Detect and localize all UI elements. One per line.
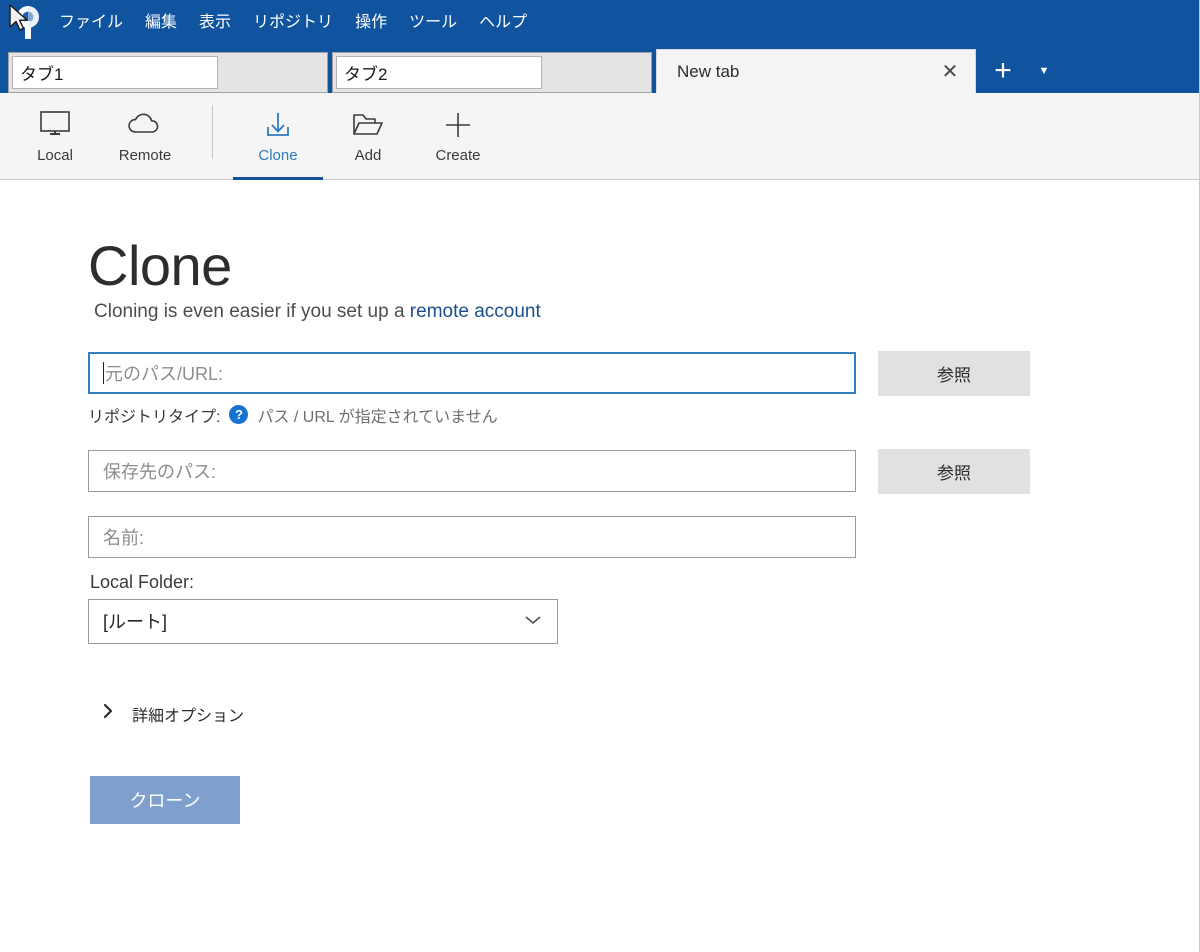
page-subtitle: Cloning is even easier if you set up a r… [94,301,1199,323]
tab-strip-actions: + ▼ [976,49,1060,93]
mouse-cursor-icon [9,4,28,31]
tab-label-1[interactable]: タブ1 [12,56,218,89]
source-path-input[interactable]: 元のパス/URL: [88,352,856,395]
local-folder-select[interactable]: [ルート] [88,598,558,644]
local-folder-value: [ルート] [103,612,168,633]
toolbar-label-clone: Clone [258,147,298,164]
destination-path-row: 保存先のパス: 参照 [88,448,1199,494]
toolbar-button-local[interactable]: Local [10,93,100,179]
plus-icon [443,105,473,145]
close-icon[interactable]: ✕ [937,59,963,85]
advanced-options-toggle[interactable]: 詳細オプション [102,702,332,726]
add-tab-icon[interactable]: + [986,54,1020,88]
toolbar-label-remote: Remote [118,147,172,164]
toolbar-label-create: Create [435,147,481,164]
destination-path-input[interactable]: 保存先のパス: [88,450,856,493]
menu-tools[interactable]: ツール [398,9,468,37]
main-toolbar: Local Remote Clone Add Create [0,93,1199,180]
toolbar-separator [212,105,213,159]
toolbar-button-create[interactable]: Create [413,93,503,179]
remote-account-link[interactable]: remote account [410,301,541,322]
tab-item-2[interactable]: タブ2 [332,52,652,93]
tab-strip: タブ1 タブ2 New tab ✕ + ▼ [0,46,1199,93]
tab-label-new-tab: New tab [677,61,740,81]
download-arrow-icon [262,105,294,145]
menu-help[interactable]: ヘルプ [468,9,538,37]
source-path-row: 元のパス/URL: 参照 [88,350,1199,396]
source-path-placeholder: 元のパス/URL: [105,364,224,385]
repository-type-row: リポジトリタイプ: ? パス / URL が指定されていません [88,403,1199,427]
menu-actions[interactable]: 操作 [344,9,398,37]
title-bar: ファイル 編集 表示 リポジトリ 操作 ツール ヘルプ [0,0,1199,46]
chevron-right-icon [102,703,114,724]
app-logo [0,0,48,46]
tab-label-2[interactable]: タブ2 [336,56,542,89]
open-folder-icon [351,105,385,145]
toolbar-button-clone[interactable]: Clone [233,93,323,180]
toolbar-label-add: Add [354,147,382,164]
advanced-options-label: 詳細オプション [132,707,245,725]
destination-browse-button[interactable]: 参照 [878,448,1030,494]
cloud-icon [126,105,164,145]
source-browse-button[interactable]: 参照 [878,350,1030,396]
tab-item-new-tab[interactable]: New tab ✕ [656,49,976,93]
name-row: 名前: [88,515,1199,558]
help-icon[interactable]: ? [229,405,249,425]
destination-path-placeholder: 保存先のパス: [103,462,217,483]
clone-panel: Clone Cloning is even easier if you set … [0,180,1199,952]
menu-bar: ファイル 編集 表示 リポジトリ 操作 ツール ヘルプ [48,0,538,46]
chevron-down-icon[interactable]: ▼ [1028,54,1060,88]
name-input[interactable]: 名前: [88,515,856,558]
toolbar-button-remote[interactable]: Remote [100,93,190,179]
page-title: Clone [88,234,232,297]
toolbar-button-add[interactable]: Add [323,93,413,179]
repository-type-label: リポジトリタイプ: [88,408,221,426]
local-folder-label: Local Folder: [90,571,195,592]
toolbar-label-local: Local [37,147,73,164]
chevron-down-icon [523,613,543,630]
menu-repository[interactable]: リポジトリ [242,9,344,37]
tab-item-1[interactable]: タブ1 [8,52,328,93]
page-subtitle-text: Cloning is even easier if you set up a [94,300,410,322]
repository-type-value: パス / URL が指定されていません [257,408,498,426]
menu-file[interactable]: ファイル [48,9,134,37]
menu-edit[interactable]: 編集 [134,9,188,37]
text-caret [103,362,104,385]
clone-button[interactable]: クローン [90,775,240,824]
name-placeholder: 名前: [103,527,145,548]
monitor-icon [38,105,72,145]
application-window: ファイル 編集 表示 リポジトリ 操作 ツール ヘルプ タブ1 タブ2 New … [0,0,1200,952]
menu-view[interactable]: 表示 [188,9,242,37]
